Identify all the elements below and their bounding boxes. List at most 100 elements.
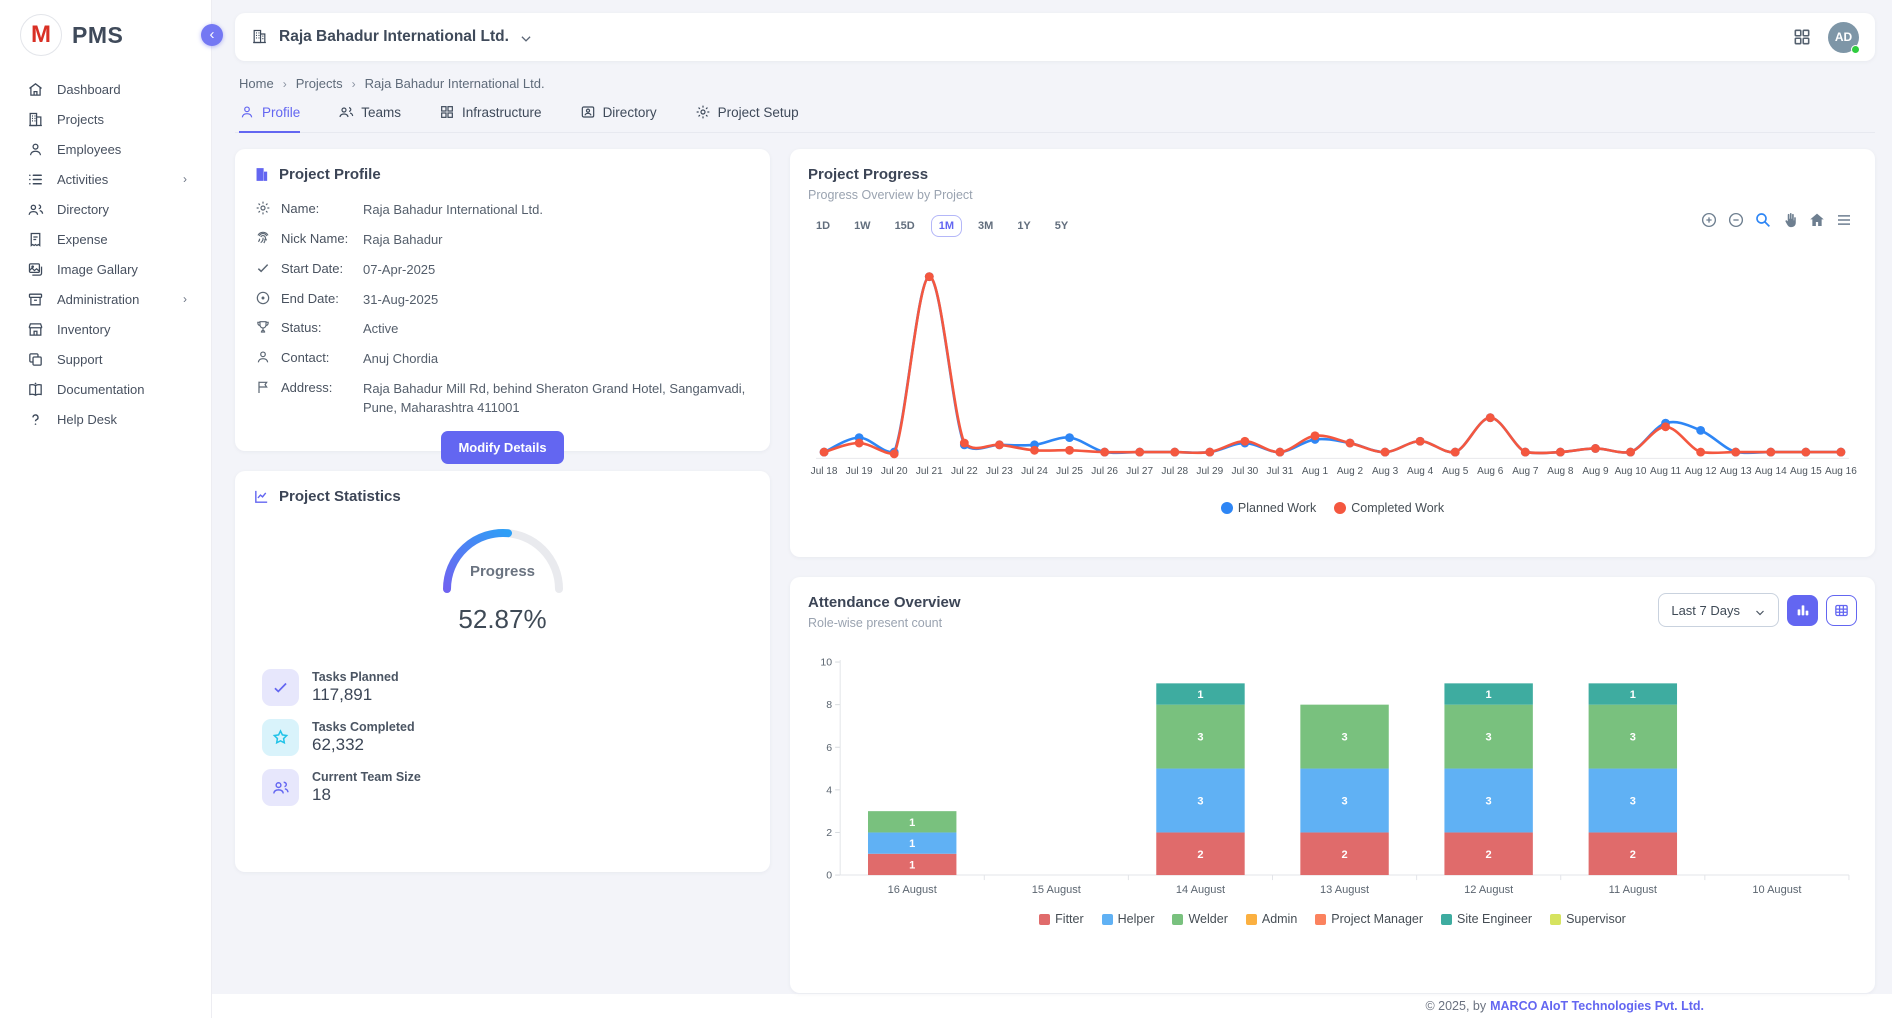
tab-profile[interactable]: Profile <box>239 104 300 133</box>
sidebar-item-image-gallary[interactable]: Image Gallary <box>0 254 211 284</box>
svg-text:15 August: 15 August <box>1032 884 1081 896</box>
building-icon <box>27 111 44 128</box>
sidebar-item-label: Dashboard <box>57 82 197 97</box>
online-status-dot <box>1851 45 1860 54</box>
project-selector[interactable]: Raja Bahadur International Ltd. <box>251 28 533 46</box>
range-button-3m[interactable]: 3M <box>970 215 1001 237</box>
pan-icon[interactable] <box>1781 211 1799 229</box>
svg-text:2: 2 <box>1341 849 1347 861</box>
project-profile-card: Project Profile Name:Raja Bahadur Intern… <box>235 149 770 451</box>
legend-item-welder[interactable]: Welder <box>1172 912 1227 926</box>
range-button-1y[interactable]: 1Y <box>1009 215 1038 237</box>
sidebar-item-directory[interactable]: Directory <box>0 194 211 224</box>
zoom-out-icon[interactable] <box>1727 211 1745 229</box>
sidebar-item-administration[interactable]: Administration› <box>0 284 211 314</box>
sidebar-collapse-button[interactable]: ‹ <box>201 24 223 46</box>
svg-text:1: 1 <box>1197 689 1203 701</box>
app-root: M PMS DashboardProjectsEmployeesActiviti… <box>0 0 1892 1018</box>
chart-view-toggle-button[interactable] <box>1787 595 1818 626</box>
bar-chart-area[interactable]: 024681011116 August15 August233114 Augus… <box>808 652 1857 908</box>
statistics-card-header: Project Statistics <box>253 488 752 505</box>
breadcrumb-item-projects[interactable]: Projects <box>296 76 343 91</box>
svg-text:3: 3 <box>1197 796 1203 808</box>
circle-dot-icon <box>255 290 271 306</box>
zoom-in-icon[interactable] <box>1700 211 1718 229</box>
line-chart-svg: Jul 18Jul 19Jul 20Jul 21Jul 22Jul 23Jul … <box>808 265 1857 488</box>
top-header-bar: Raja Bahadur International Ltd. AD <box>235 13 1875 61</box>
legend-item-site-engineer[interactable]: Site Engineer <box>1441 912 1532 926</box>
progress-card-subtitle: Progress Overview by Project <box>808 188 1857 202</box>
stat-value: 62,332 <box>312 735 415 755</box>
header-right: AD <box>1792 22 1859 53</box>
user-avatar[interactable]: AD <box>1828 22 1859 53</box>
sidebar-item-employees[interactable]: Employees <box>0 134 211 164</box>
field-label: Contact: <box>281 348 363 365</box>
svg-text:10 August: 10 August <box>1752 884 1801 896</box>
line-chart-area[interactable]: Jul 18Jul 19Jul 20Jul 21Jul 22Jul 23Jul … <box>808 265 1857 493</box>
grid-icon <box>439 104 455 120</box>
project-selector-title: Raja Bahadur International Ltd. <box>279 28 509 46</box>
profile-field-nick-name: Nick Name:Raja Bahadur <box>253 229 752 250</box>
app-logo[interactable]: M PMS <box>0 0 211 74</box>
home-reset-icon[interactable] <box>1808 211 1826 229</box>
profile-card-title: Project Profile <box>279 166 381 183</box>
range-button-15d[interactable]: 15D <box>887 215 923 237</box>
profile-field-address: Address:Raja Bahadur Mill Rd, behind She… <box>253 378 752 418</box>
gauge-value: 52.87% <box>253 604 752 635</box>
stat-tasks-planned: Tasks Planned117,891 <box>262 669 752 706</box>
line-chart-legend: Planned Work Completed Work <box>808 501 1857 515</box>
menu-icon[interactable] <box>1835 211 1853 229</box>
gauge-label: Progress <box>433 563 573 580</box>
breadcrumb-item-raja-bahadur-international-ltd-: Raja Bahadur International Ltd. <box>365 76 545 91</box>
project-statistics-card: Project Statistics Progress <box>235 471 770 872</box>
apps-grid-icon[interactable] <box>1792 27 1812 47</box>
legend-item-helper[interactable]: Helper <box>1102 912 1155 926</box>
range-button-1d[interactable]: 1D <box>808 215 838 237</box>
svg-text:12 August: 12 August <box>1464 884 1513 896</box>
sidebar-item-expense[interactable]: Expense <box>0 224 211 254</box>
svg-text:Jul 20: Jul 20 <box>881 466 908 477</box>
tab-directory[interactable]: Directory <box>580 104 657 133</box>
svg-text:Jul 19: Jul 19 <box>846 466 873 477</box>
tab-project-setup[interactable]: Project Setup <box>695 104 799 133</box>
legend-item-completed-work[interactable]: Completed Work <box>1334 501 1444 515</box>
sidebar-item-projects[interactable]: Projects <box>0 104 211 134</box>
legend-item-admin[interactable]: Admin <box>1246 912 1297 926</box>
range-button-5y[interactable]: 5Y <box>1047 215 1076 237</box>
breadcrumb: Home›Projects›Raja Bahadur International… <box>239 76 1875 91</box>
sidebar-item-documentation[interactable]: Documentation <box>0 374 211 404</box>
sidebar-item-dashboard[interactable]: Dashboard <box>0 74 211 104</box>
table-view-toggle-button[interactable] <box>1826 595 1857 626</box>
sidebar-item-inventory[interactable]: Inventory <box>0 314 211 344</box>
attendance-controls: Last 7 Days <box>1658 593 1857 627</box>
field-value: Active <box>363 318 752 339</box>
bar-chart-icon <box>1795 602 1811 618</box>
avatar-initials: AD <box>1835 30 1852 44</box>
sidebar: M PMS Dashboard ProjectsEmployeesActiviti… <box>0 0 212 1018</box>
gear-icon <box>255 200 271 216</box>
tab-teams[interactable]: Teams <box>338 104 401 133</box>
svg-text:1: 1 <box>1630 689 1636 701</box>
svg-text:1: 1 <box>909 817 915 829</box>
sidebar-item-activities[interactable]: Activities› <box>0 164 211 194</box>
svg-text:Jul 31: Jul 31 <box>1267 466 1294 477</box>
tab-infrastructure[interactable]: Infrastructure <box>439 104 542 133</box>
question-icon <box>27 411 44 428</box>
legend-item-project-manager[interactable]: Project Manager <box>1315 912 1423 926</box>
legend-item-fitter[interactable]: Fitter <box>1039 912 1083 926</box>
selection-zoom-icon[interactable] <box>1754 211 1772 229</box>
sidebar-item-support[interactable]: Support <box>0 344 211 374</box>
range-button-1w[interactable]: 1W <box>846 215 879 237</box>
chevron-right-icon: › <box>183 172 187 186</box>
legend-item-supervisor[interactable]: Supervisor <box>1550 912 1626 926</box>
svg-text:2: 2 <box>826 827 832 839</box>
breadcrumb-separator: › <box>352 77 356 91</box>
range-button-1m[interactable]: 1M <box>931 215 962 237</box>
days-filter-select[interactable]: Last 7 Days <box>1658 593 1779 627</box>
svg-text:Aug 6: Aug 6 <box>1477 466 1504 477</box>
modify-details-button[interactable]: Modify Details <box>441 431 563 464</box>
breadcrumb-item-home[interactable]: Home <box>239 76 274 91</box>
legend-item-planned-work[interactable]: Planned Work <box>1221 501 1316 515</box>
sidebar-item-help-desk[interactable]: Help Desk <box>0 404 211 434</box>
footer-company-link[interactable]: MARCO AIoT Technologies Pvt. Ltd. <box>1490 999 1704 1013</box>
